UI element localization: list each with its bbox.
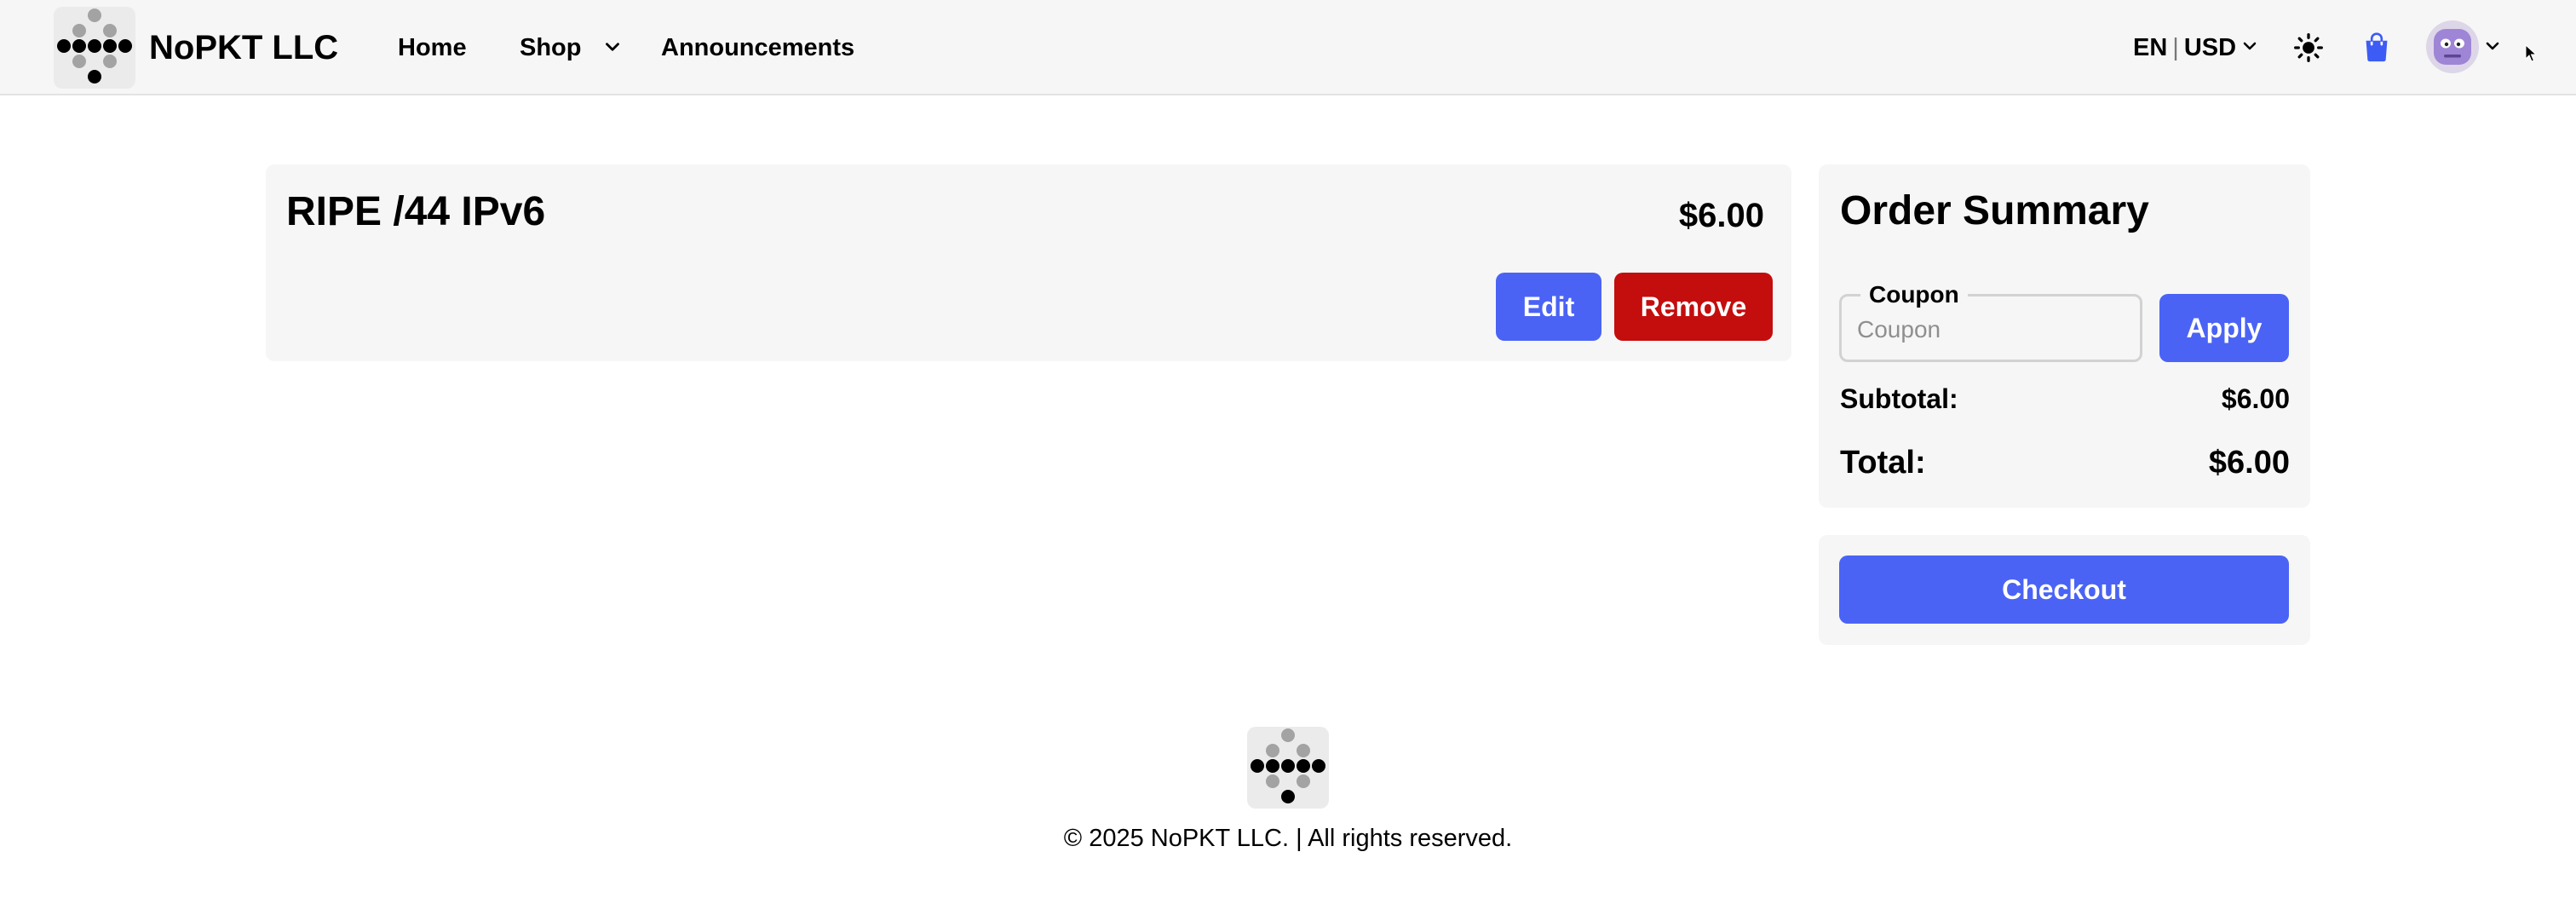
nav-shop-link[interactable]: Shop (520, 32, 582, 63)
total-row: Total: $6.00 (1840, 443, 2290, 482)
remove-button[interactable]: Remove (1614, 273, 1773, 341)
order-summary-title: Order Summary (1840, 188, 2149, 233)
dots-logo-icon (1247, 727, 1329, 809)
chevron-down-icon[interactable] (2482, 36, 2503, 56)
nav-home-link[interactable]: Home (398, 32, 467, 63)
dots-logo-icon[interactable] (54, 7, 135, 89)
cart-item-price: $6.00 (1678, 197, 1764, 234)
brand-name[interactable]: NoPKT LLC (149, 26, 338, 70)
nav-announcements-link[interactable]: Announcements (661, 32, 854, 63)
checkout-panel: Checkout (1819, 535, 2310, 645)
subtotal-value: $6.00 (2221, 383, 2290, 414)
avatar-icon (2426, 20, 2479, 73)
checkout-button[interactable]: Checkout (1839, 555, 2289, 624)
language-label: EN (2133, 34, 2168, 61)
locale-separator: | (2172, 34, 2179, 61)
cart-item: RIPE /44 IPv6 $6.00 Edit Remove (266, 164, 1791, 361)
subtotal-row: Subtotal: $6.00 (1840, 383, 2290, 415)
total-value: $6.00 (2208, 445, 2290, 481)
coupon-field[interactable]: Coupon (1839, 281, 2142, 362)
total-label: Total: (1840, 445, 1926, 481)
shopping-bag-icon[interactable] (2361, 31, 2392, 63)
cart-item-name: RIPE /44 IPv6 (286, 189, 546, 234)
avatar[interactable] (2426, 20, 2479, 73)
coupon-input[interactable] (1857, 315, 2121, 344)
coupon-label: Coupon (1860, 281, 1968, 308)
sun-icon[interactable] (2293, 32, 2324, 63)
apply-coupon-button[interactable]: Apply (2159, 294, 2289, 362)
subtotal-label: Subtotal: (1840, 383, 1958, 414)
locale-currency-selector[interactable]: EN | USD (2133, 32, 2236, 63)
logo-graphic (57, 9, 132, 83)
edit-button[interactable]: Edit (1496, 273, 1601, 341)
order-summary: Order Summary Coupon Apply Subtotal: $6.… (1819, 164, 2310, 508)
mouse-cursor-icon (2525, 44, 2537, 62)
footer-copyright: © 2025 NoPKT LLC. | All rights reserved. (1063, 825, 1513, 852)
site-header: NoPKT LLC Home Shop Announcements EN | USD (0, 0, 2576, 95)
footer-logo-graphic (1251, 728, 1325, 803)
chevron-down-icon[interactable] (2240, 36, 2260, 56)
currency-label: USD (2183, 34, 2237, 61)
chevron-down-icon[interactable] (601, 36, 624, 58)
